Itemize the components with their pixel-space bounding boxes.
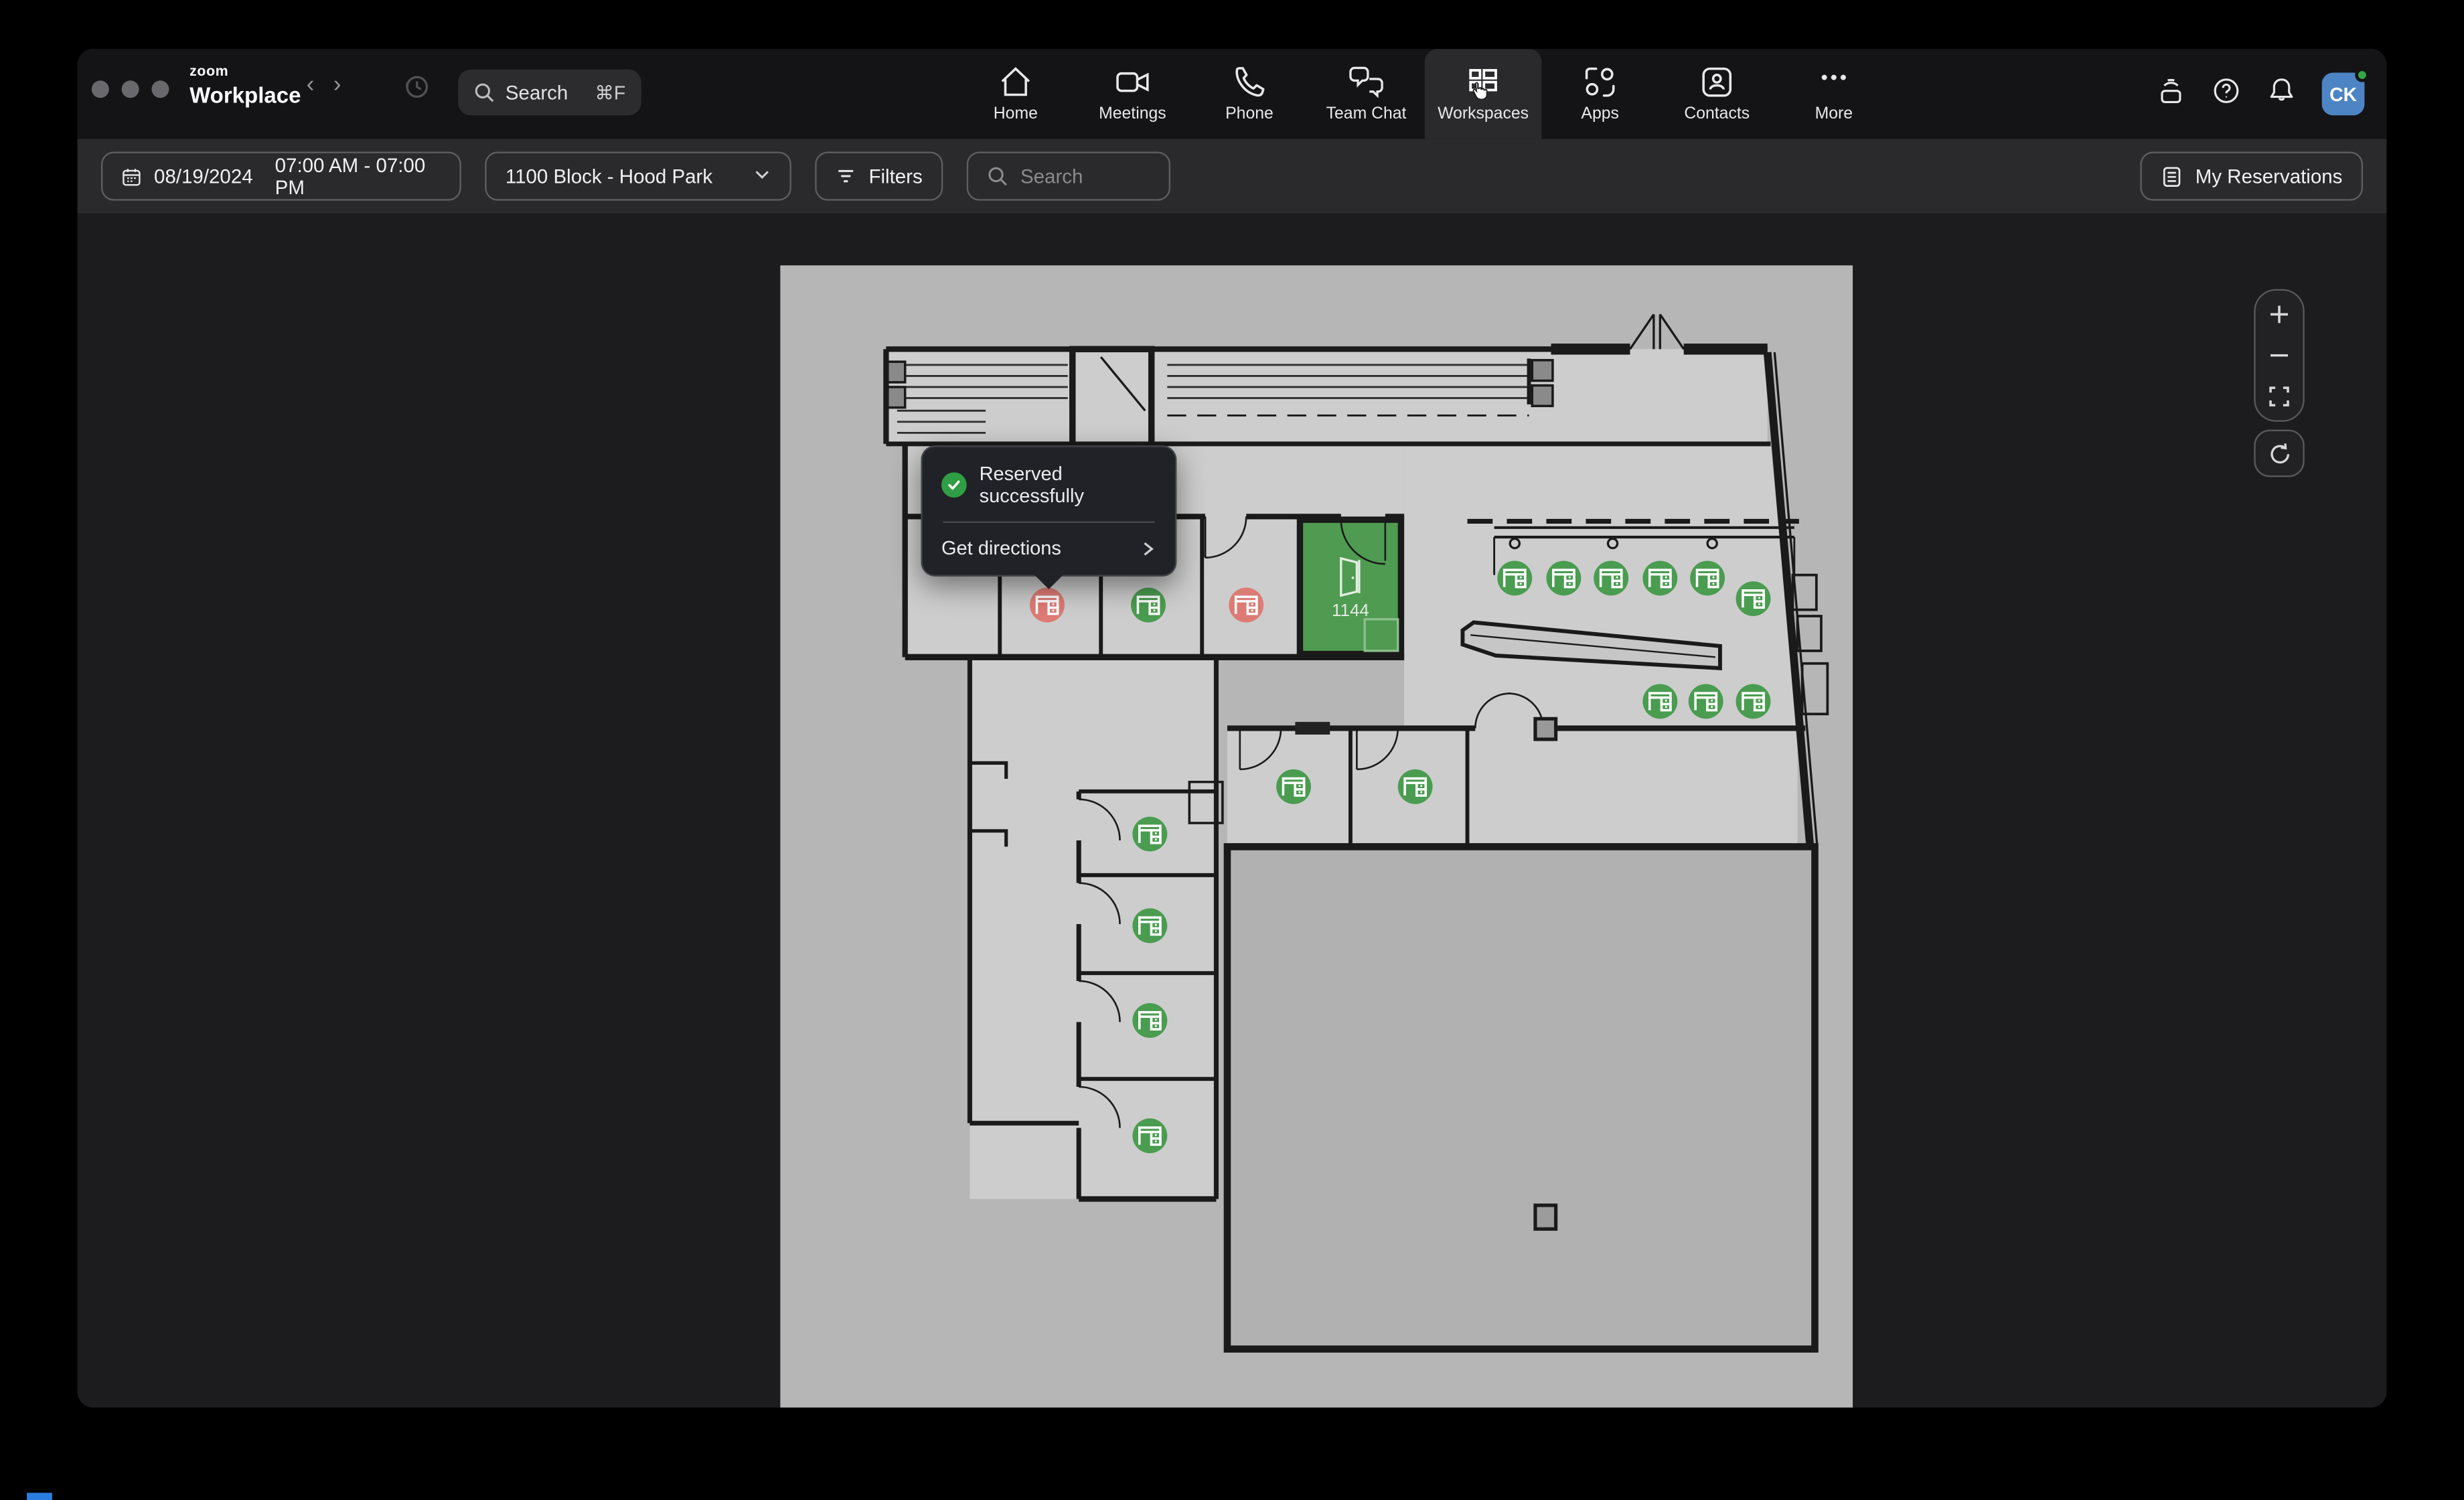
logo-zoom-text: zoom xyxy=(189,65,301,79)
help-icon[interactable] xyxy=(2212,75,2242,113)
desk-marker-occupied[interactable] xyxy=(1229,588,1263,623)
notifications-bell-icon[interactable] xyxy=(2266,75,2297,113)
reservations-list-icon xyxy=(2161,165,2183,188)
desk-marker-available[interactable] xyxy=(1398,769,1433,804)
apps-icon xyxy=(1583,65,1618,100)
double-door xyxy=(1630,314,1683,349)
floorplan[interactable]: 1144 Reserved successfully xyxy=(780,265,1853,1408)
map-controls xyxy=(2254,289,2304,477)
desk-marker-available[interactable] xyxy=(1594,560,1628,595)
close-window-button[interactable] xyxy=(92,80,109,98)
meetings-icon xyxy=(1115,65,1150,100)
home-icon xyxy=(998,65,1033,100)
desk-marker-available[interactable] xyxy=(1690,560,1725,595)
window-controls[interactable] xyxy=(92,80,169,98)
success-check-icon xyxy=(941,472,967,498)
presence-dot xyxy=(2355,68,2369,82)
chevron-down-icon xyxy=(753,165,771,188)
fullscreen-button[interactable] xyxy=(2263,382,2295,410)
tab-contacts[interactable]: Contacts xyxy=(1659,49,1776,139)
zoom-workplace-window: zoom Workplace ‹ › Search ⌘F xyxy=(78,49,2387,1408)
desk-marker-available[interactable] xyxy=(1736,684,1771,719)
desk-marker-available[interactable] xyxy=(1131,588,1166,623)
phone-icon xyxy=(1232,65,1267,100)
primary-nav: Home Meetings Phone xyxy=(957,49,1893,139)
map-canvas[interactable]: 1144 Reserved successfully xyxy=(78,213,2387,1407)
time-range-value: 07:00 AM - 07:00 PM xyxy=(275,154,441,198)
contacts-icon xyxy=(1699,65,1734,100)
dock-hint xyxy=(27,1493,52,1500)
tooltip-status-text: Reserved successfully xyxy=(980,463,1156,507)
desk-marker-available[interactable] xyxy=(1689,684,1723,719)
zoom-out-button[interactable] xyxy=(2263,342,2295,370)
more-icon xyxy=(1817,65,1851,100)
desk-marker-available[interactable] xyxy=(1132,908,1167,943)
desk-marker-available[interactable] xyxy=(1132,1003,1167,1038)
desk-marker-available[interactable] xyxy=(1497,560,1532,595)
desk-marker-available[interactable] xyxy=(1132,1118,1167,1153)
team-chat-icon xyxy=(1349,65,1384,100)
room-number-label: 1144 xyxy=(1332,601,1369,620)
reset-view-button[interactable] xyxy=(2254,430,2304,477)
forward-arrow-icon[interactable]: › xyxy=(333,71,341,98)
zoom-workplace-logo: zoom Workplace xyxy=(189,65,301,106)
minimize-window-button[interactable] xyxy=(122,80,139,98)
desk-marker-available[interactable] xyxy=(1642,684,1677,719)
large-room xyxy=(1227,846,1815,1349)
search-icon xyxy=(474,82,495,103)
maximize-window-button[interactable] xyxy=(151,80,169,98)
pair-device-icon[interactable] xyxy=(2156,75,2186,113)
map-search-field[interactable] xyxy=(967,151,1170,200)
desk-marker-available[interactable] xyxy=(1132,817,1167,852)
tab-more[interactable]: More xyxy=(1776,49,1893,139)
search-icon xyxy=(987,166,1008,187)
reserved-room-1144[interactable]: 1144 xyxy=(1300,520,1401,654)
tab-workspaces[interactable]: Workspaces xyxy=(1425,49,1542,139)
avatar[interactable]: CK xyxy=(2322,73,2365,116)
tab-phone[interactable]: Phone xyxy=(1191,49,1308,139)
desk-marker-available[interactable] xyxy=(1276,769,1311,804)
zoom-in-button[interactable] xyxy=(2263,300,2295,328)
desk-marker-available[interactable] xyxy=(1642,560,1677,595)
tab-meetings[interactable]: Meetings xyxy=(1074,49,1191,139)
filters-button[interactable]: Filters xyxy=(815,151,943,200)
desk-marker-occupied[interactable] xyxy=(1030,588,1065,623)
logo-workplace-text: Workplace xyxy=(189,84,301,106)
calendar-icon xyxy=(122,165,142,188)
back-arrow-icon[interactable]: ‹ xyxy=(307,71,315,98)
tab-home[interactable]: Home xyxy=(957,49,1075,139)
desk-marker-available[interactable] xyxy=(1546,560,1581,595)
tab-team-chat[interactable]: Team Chat xyxy=(1308,49,1425,139)
date-value: 08/19/2024 xyxy=(154,165,253,188)
get-directions-button[interactable]: Get directions xyxy=(923,523,1175,575)
map-search-input[interactable] xyxy=(1020,165,1147,188)
chevron-right-icon xyxy=(1139,540,1156,557)
location-selector[interactable]: 1100 Block - Hood Park xyxy=(485,151,791,200)
date-time-picker[interactable]: 08/19/2024 07:00 AM - 07:00 PM xyxy=(101,151,461,200)
titlebar: zoom Workplace ‹ › Search ⌘F xyxy=(78,49,2387,139)
workspaces-toolbar: 08/19/2024 07:00 AM - 07:00 PM 1100 Bloc… xyxy=(78,139,2387,214)
filter-icon xyxy=(836,166,856,187)
desk-marker-available[interactable] xyxy=(1736,581,1771,616)
my-reservations-button[interactable]: My Reservations xyxy=(2140,151,2363,200)
tab-apps[interactable]: Apps xyxy=(1541,49,1659,139)
history-icon[interactable] xyxy=(404,74,430,108)
app-stage: zoom Workplace ‹ › Search ⌘F xyxy=(0,0,2464,1500)
location-value: 1100 Block - Hood Park xyxy=(506,165,712,188)
workspaces-icon xyxy=(1466,65,1500,100)
global-search-button[interactable]: Search ⌘F xyxy=(458,70,641,115)
search-shortcut: ⌘F xyxy=(595,81,626,103)
global-search-label: Search xyxy=(506,81,568,103)
reservation-tooltip: Reserved successfully Get directions xyxy=(921,445,1176,577)
